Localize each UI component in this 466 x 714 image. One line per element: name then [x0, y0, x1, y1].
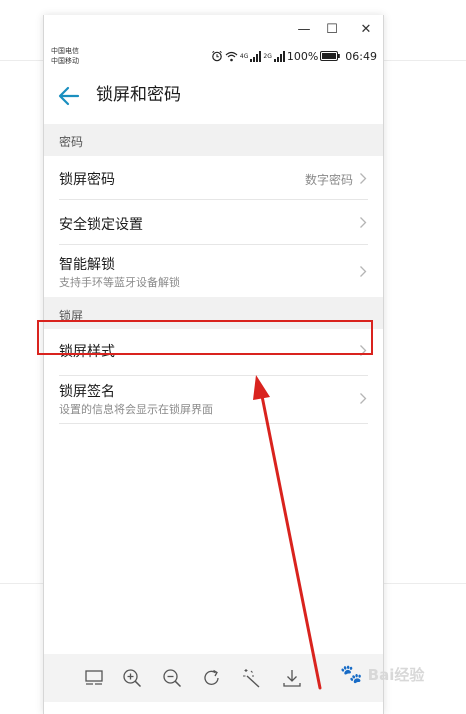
annotation-arrow [253, 375, 322, 690]
watermark: 🐾 Bai经验 [340, 664, 424, 685]
watermark-text: Bai经验 [367, 666, 425, 684]
paw-icon: 🐾 [340, 664, 363, 685]
